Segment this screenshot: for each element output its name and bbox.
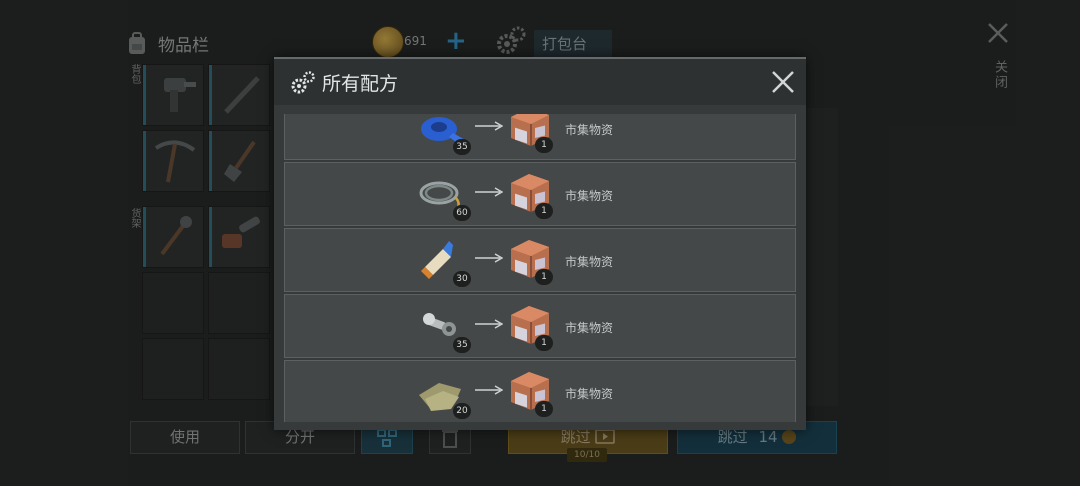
crowbar-icon xyxy=(224,76,260,114)
coin-icon xyxy=(372,26,404,58)
arrow-right-icon xyxy=(475,187,503,197)
result-slot: 1 xyxy=(507,301,553,351)
inventory-slot[interactable] xyxy=(208,272,270,334)
all-recipes-dialog: 所有配方 35 1 市集物资 60 1 市集物资 30 1 市集物资 35 1 … xyxy=(274,57,806,430)
skip-coin-label: 跳过 xyxy=(717,428,748,446)
inventory-title: 物品栏 xyxy=(158,35,209,56)
grid-sort-icon xyxy=(377,429,397,447)
ingredient-slot: 35 xyxy=(415,114,471,155)
add-coins-button[interactable]: + xyxy=(445,28,467,54)
ingredient-quantity: 30 xyxy=(453,271,471,287)
pickaxe-icon xyxy=(154,140,196,183)
result-name: 市集物资 xyxy=(565,387,614,401)
result-quantity: 1 xyxy=(535,269,553,285)
gears-icon xyxy=(291,70,315,93)
recipe-row[interactable]: 20 1 市集物资 xyxy=(284,360,796,422)
use-button[interactable]: 使用 xyxy=(130,421,240,454)
recipe-row[interactable]: 30 1 市集物资 xyxy=(284,228,796,292)
recipe-row[interactable]: 60 1 市集物资 xyxy=(284,162,796,226)
result-name: 市集物资 xyxy=(565,123,614,137)
skip-video-count: 10/10 xyxy=(567,448,607,462)
chainsaw-icon xyxy=(222,216,260,248)
coin-amount: 691 xyxy=(404,34,427,48)
arrow-right-icon xyxy=(475,319,503,329)
result-quantity: 1 xyxy=(535,335,553,351)
result-name: 市集物资 xyxy=(565,321,614,335)
ingredient-slot: 35 xyxy=(415,303,471,353)
dialog-title-group: 所有配方 xyxy=(290,69,398,96)
dialog-title: 所有配方 xyxy=(322,73,399,95)
ingredient-quantity: 20 xyxy=(453,403,471,419)
inventory-slot[interactable] xyxy=(142,272,204,334)
rack-section-label: 货架 xyxy=(129,208,140,228)
recipe-row[interactable]: 35 1 市集物资 xyxy=(284,294,796,358)
inventory-slot[interactable] xyxy=(208,338,270,400)
close-label: 关闭 xyxy=(992,60,1007,90)
ingredient-slot: 60 xyxy=(415,171,471,221)
play-video-icon xyxy=(595,429,616,444)
dialog-header: 所有配方 xyxy=(274,59,806,105)
arrow-right-icon xyxy=(475,253,503,263)
arrow-right-icon xyxy=(475,385,503,395)
inventory-header: 物品栏 xyxy=(124,26,209,60)
skip-video-label: 跳过 xyxy=(560,428,591,446)
pack-bench-tab[interactable]: 打包台 xyxy=(534,30,612,58)
recipe-row[interactable]: 35 1 市集物资 xyxy=(284,114,796,160)
arrow-right-icon xyxy=(475,121,503,131)
close-icon[interactable] xyxy=(770,69,796,95)
result-slot: 1 xyxy=(507,367,553,417)
result-name: 市集物资 xyxy=(565,255,614,269)
trash-icon xyxy=(442,430,458,448)
result-slot: 1 xyxy=(507,235,553,285)
ingredient-slot: 20 xyxy=(415,369,471,419)
inventory-slot[interactable] xyxy=(142,338,204,400)
result-name: 市集物资 xyxy=(565,189,614,203)
ingredient-quantity: 60 xyxy=(453,205,471,221)
backpack-icon xyxy=(129,32,145,54)
gears-icon[interactable] xyxy=(494,24,528,58)
shovel-icon xyxy=(224,140,256,182)
result-quantity: 1 xyxy=(535,137,553,153)
result-quantity: 1 xyxy=(535,203,553,219)
background-panel xyxy=(806,108,838,406)
recipe-list[interactable]: 35 1 市集物资 60 1 市集物资 30 1 市集物资 35 1 市集物资 … xyxy=(284,114,796,422)
ingredient-quantity: 35 xyxy=(453,139,471,155)
ingredient-slot: 30 xyxy=(415,237,471,287)
result-slot: 1 xyxy=(507,169,553,219)
ingredient-quantity: 35 xyxy=(453,337,471,353)
result-quantity: 1 xyxy=(535,401,553,417)
backpack-section-label: 背包 xyxy=(129,64,140,84)
result-slot: 1 xyxy=(507,114,553,153)
drill-icon xyxy=(164,78,196,112)
coin-icon xyxy=(782,430,797,444)
close-icon[interactable] xyxy=(985,20,1011,46)
skip-coin-cost: 14 xyxy=(758,428,778,446)
torch-icon xyxy=(160,216,192,256)
